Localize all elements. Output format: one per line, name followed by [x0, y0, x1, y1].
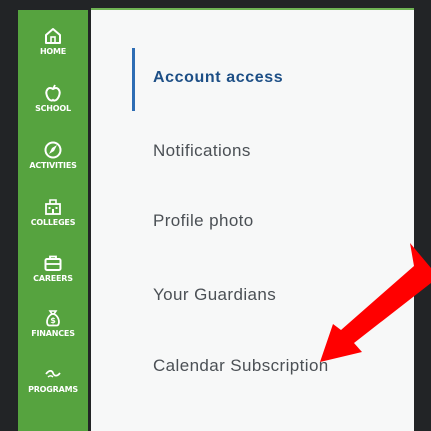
settings-item-calendar-subscription[interactable]: Calendar Subscription [153, 356, 329, 376]
nav-label: HOME [39, 47, 67, 56]
nav-label: CAREERS [33, 274, 73, 283]
sidebar-nav: HOME SCHOOL ACTIVITIES COLLEGES CAREERS [18, 10, 88, 431]
nav-item-colleges[interactable]: COLLEGES [18, 197, 88, 228]
nav-label: COLLEGES [30, 218, 76, 227]
briefcase-icon [18, 253, 88, 273]
app-frame: HOME SCHOOL ACTIVITIES COLLEGES CAREERS [0, 0, 431, 431]
settings-item-profile-photo[interactable]: Profile photo [153, 211, 254, 231]
compass-icon [18, 140, 88, 160]
nav-label: PROGRAMS [28, 385, 78, 394]
money-bag-icon: $ [18, 308, 88, 328]
settings-panel: Account access Notifications Profile pho… [91, 10, 414, 431]
nav-label: ACTIVITIES [29, 161, 77, 170]
apple-icon [18, 83, 88, 103]
nav-item-programs[interactable]: PROGRAMS [18, 364, 88, 395]
nav-item-activities[interactable]: ACTIVITIES [18, 140, 88, 171]
active-indicator [132, 48, 135, 111]
building-icon [18, 197, 88, 217]
settings-item-account-access[interactable]: Account access [153, 69, 283, 87]
home-icon [18, 26, 88, 46]
programs-icon [18, 364, 88, 384]
nav-item-finances[interactable]: $ FINANCES [18, 308, 88, 339]
nav-item-school[interactable]: SCHOOL [18, 83, 88, 114]
nav-label: SCHOOL [35, 104, 71, 113]
nav-item-careers[interactable]: CAREERS [18, 253, 88, 284]
nav-item-home[interactable]: HOME [18, 26, 88, 57]
nav-label: FINANCES [31, 329, 75, 338]
settings-item-your-guardians[interactable]: Your Guardians [153, 285, 276, 305]
svg-text:$: $ [50, 316, 56, 325]
settings-item-notifications[interactable]: Notifications [153, 141, 251, 161]
